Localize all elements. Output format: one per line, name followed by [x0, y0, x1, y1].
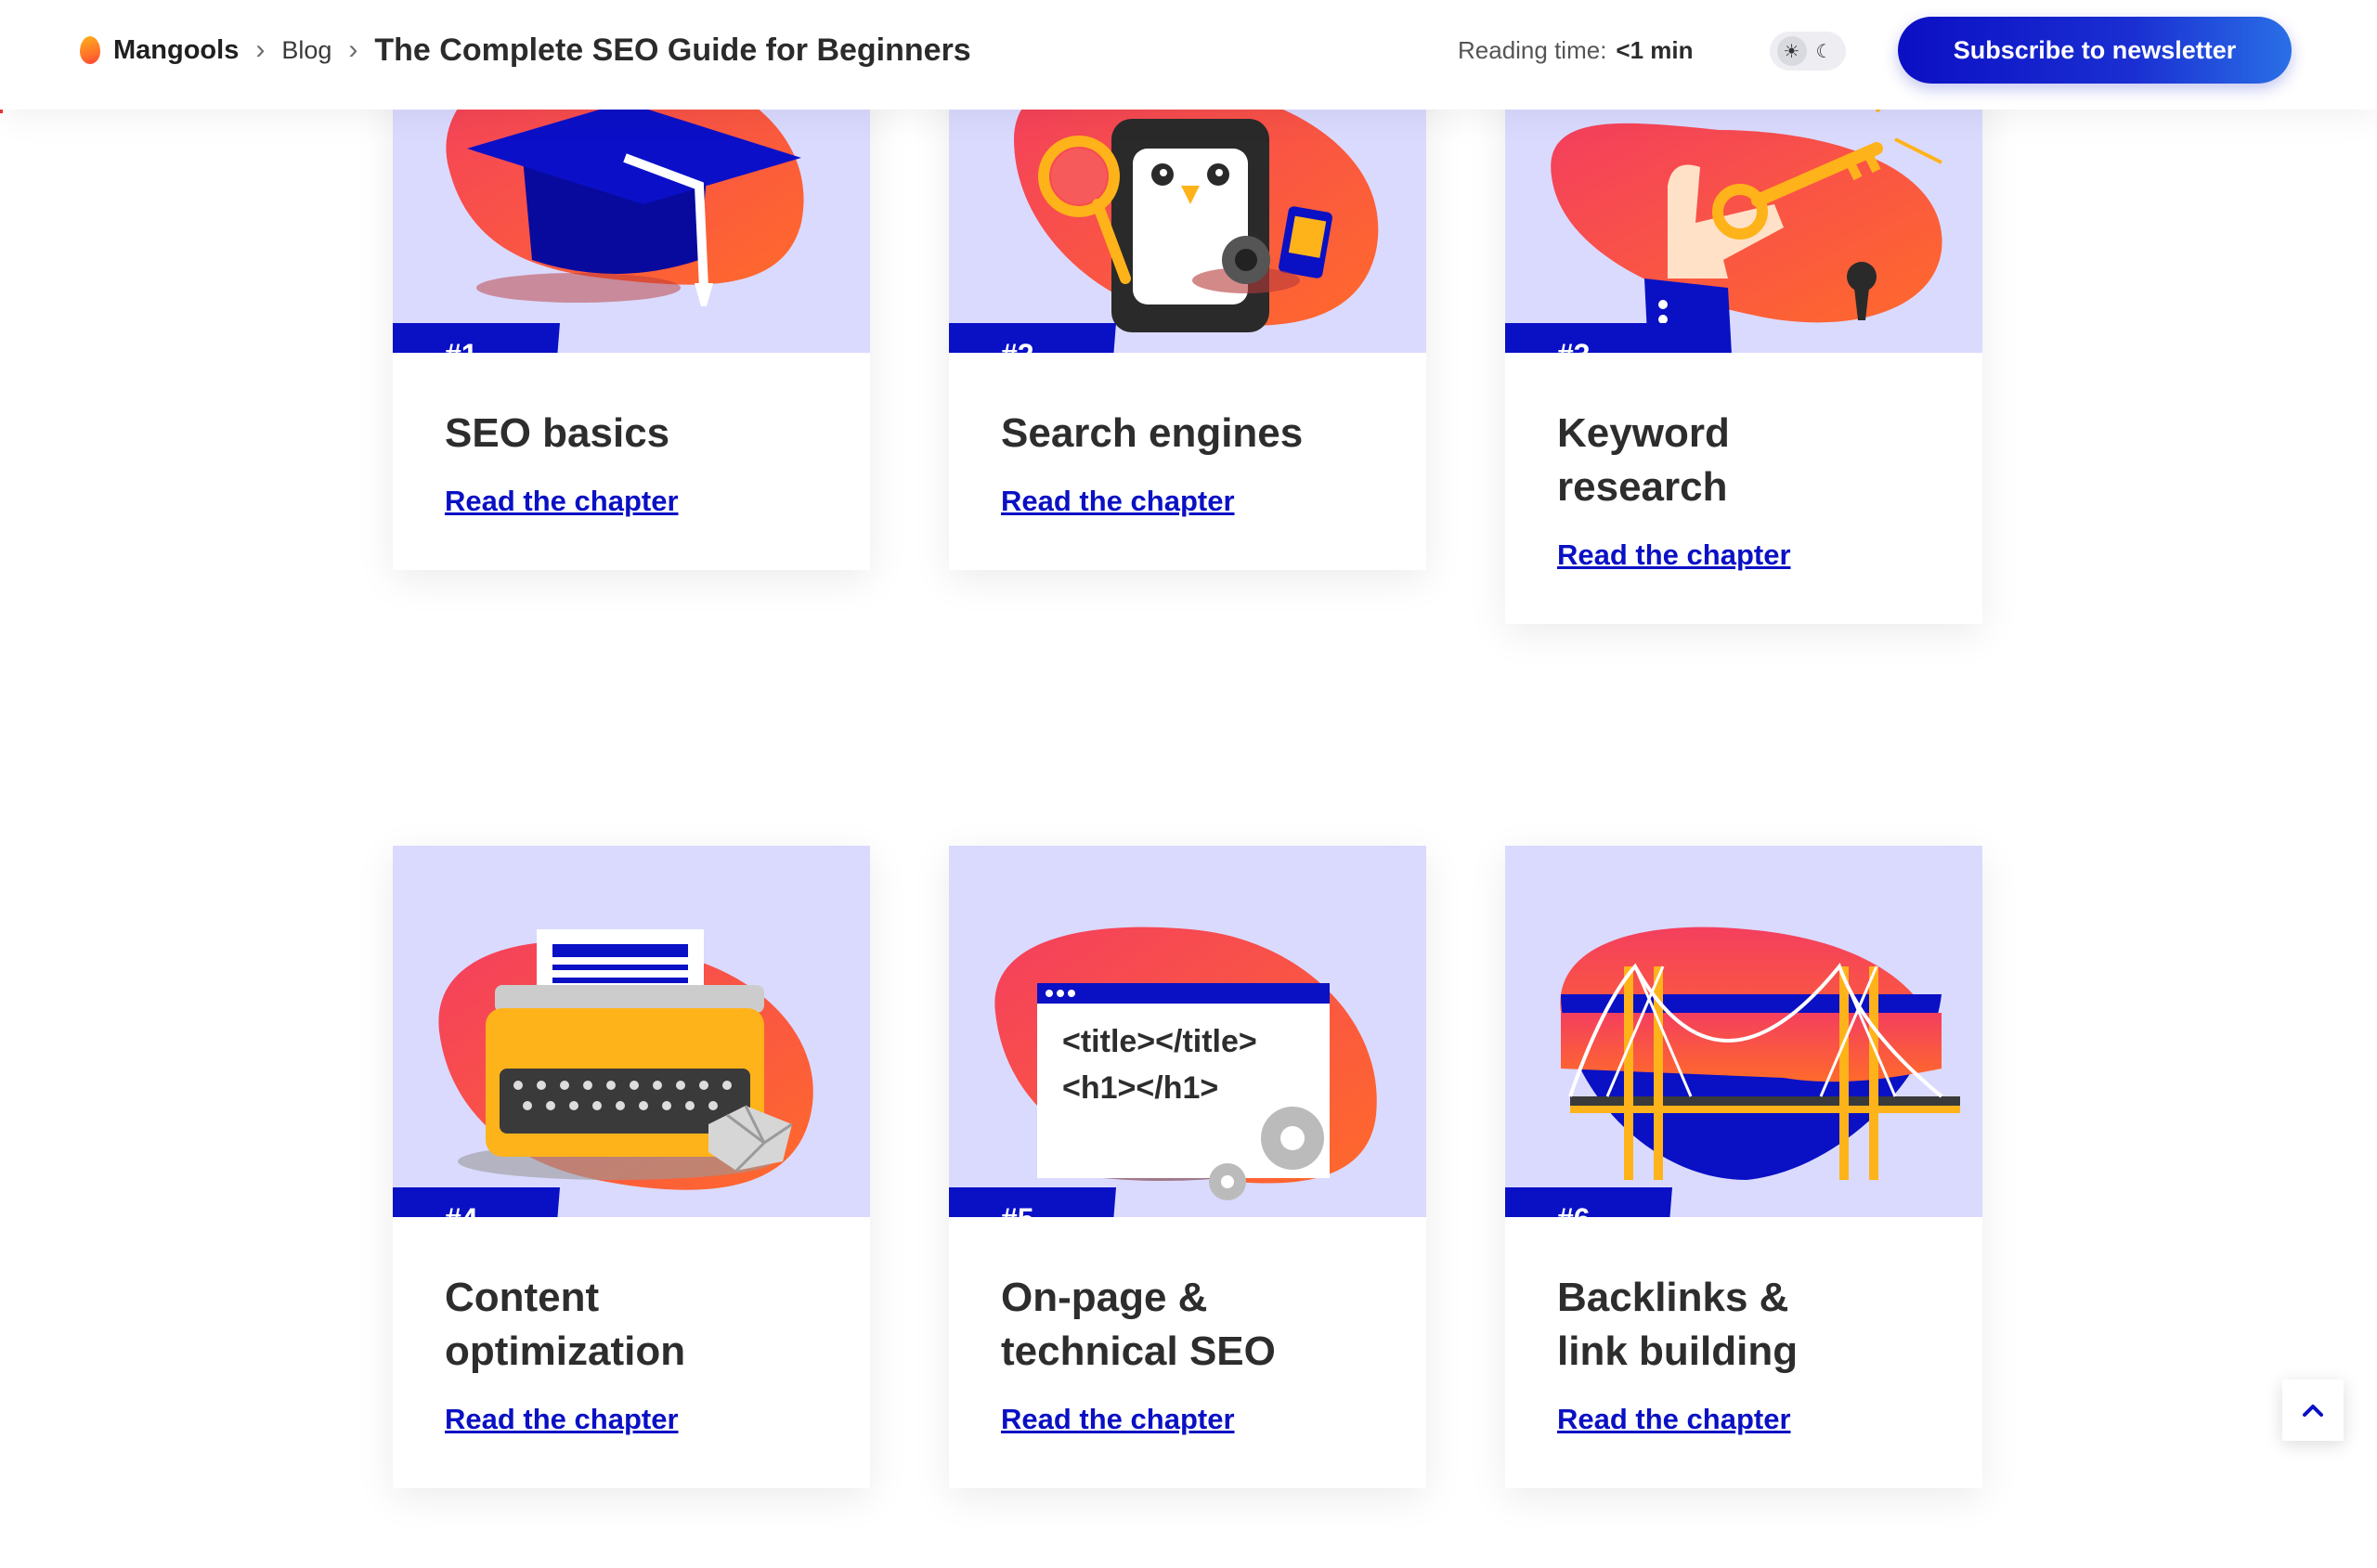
chapter-card[interactable]: #6 Backlinks & link building Read the ch… — [1505, 846, 1982, 1488]
chevron-right-icon: › — [348, 34, 358, 65]
breadcrumb: Mangools › Blog › The Complete SEO Guide… — [80, 0, 971, 100]
back-to-top-button[interactable] — [2282, 1380, 2344, 1441]
top-header: Mangools › Blog › The Complete SEO Guide… — [0, 0, 2377, 110]
chapter-illustration: #4 — [393, 846, 870, 1217]
chapter-number-badge: #6 — [1505, 1187, 1672, 1217]
read-chapter-link[interactable]: Read the chapter — [445, 1403, 679, 1436]
subscribe-button[interactable]: Subscribe to newsletter — [1898, 17, 2292, 84]
card-body: Search engines Read the chapter — [949, 353, 1426, 570]
chapter-title: Keyword research — [1557, 410, 1730, 510]
reading-time-value: <1 min — [1616, 35, 1694, 64]
chapter-illustration: <title></title> <h1></h1> #5 — [949, 846, 1426, 1217]
chapter-title: SEO basics — [445, 410, 670, 456]
breadcrumb-blog-link[interactable]: Blog — [281, 36, 331, 65]
chapter-illustration: #6 — [1505, 846, 1982, 1217]
chapter-number-badge: #2 — [949, 323, 1116, 353]
card-body: SEO basics Read the chapter — [393, 353, 870, 570]
read-chapter-link[interactable]: Read the chapter — [1557, 538, 1791, 572]
card-body: On-page & technical SEO Read the chapter — [949, 1217, 1426, 1488]
chevron-up-icon — [2303, 1405, 2323, 1417]
chapter-card[interactable]: #4 Content optimization Read the chapter — [393, 846, 870, 1488]
page-title: The Complete SEO Guide for Beginners — [374, 32, 971, 68]
chapter-number-badge: #1 — [393, 323, 560, 353]
bridge-icon — [1560, 927, 1960, 1180]
chapter-title: On-page & technical SEO — [1001, 1275, 1276, 1374]
brand-link[interactable]: Mangools — [113, 35, 239, 66]
theme-toggle[interactable]: ☀ ☾ — [1770, 32, 1846, 71]
reading-time-label: Reading time: — [1458, 35, 1607, 64]
mangools-logo-icon[interactable] — [80, 36, 100, 64]
typewriter-icon — [438, 929, 813, 1190]
card-body: Keyword research Read the chapter — [1505, 353, 1982, 624]
moon-icon[interactable]: ☾ — [1810, 36, 1839, 66]
code-line-1: <title></title> — [1062, 1024, 1257, 1059]
reading-time: Reading time: <1 min — [1458, 0, 1694, 100]
chapter-title: Search engines — [1001, 410, 1304, 456]
chapter-number-badge: #4 — [393, 1187, 560, 1217]
chapter-number-badge: #3 — [1505, 323, 1672, 353]
read-chapter-link[interactable]: Read the chapter — [1001, 1403, 1235, 1436]
chapter-number-badge: #5 — [949, 1187, 1116, 1217]
chapter-title: Backlinks & link building — [1557, 1275, 1799, 1374]
code-line-2: <h1></h1> — [1062, 1070, 1218, 1106]
chevron-right-icon: › — [255, 34, 266, 65]
browser-code-icon: <title></title> <h1></h1> — [994, 927, 1377, 1200]
card-body: Content optimization Read the chapter — [393, 1217, 870, 1488]
read-chapter-link[interactable]: Read the chapter — [1557, 1403, 1791, 1436]
chapter-card[interactable]: <title></title> <h1></h1> #5 On-page & t… — [949, 846, 1426, 1488]
sun-icon[interactable]: ☀ — [1776, 36, 1807, 66]
card-body: Backlinks & link building Read the chapt… — [1505, 1217, 1982, 1488]
read-chapter-link[interactable]: Read the chapter — [445, 485, 679, 518]
scroll-progress-indicator — [0, 110, 3, 113]
read-chapter-link[interactable]: Read the chapter — [1001, 485, 1235, 518]
chapter-title: Content optimization — [445, 1275, 686, 1374]
